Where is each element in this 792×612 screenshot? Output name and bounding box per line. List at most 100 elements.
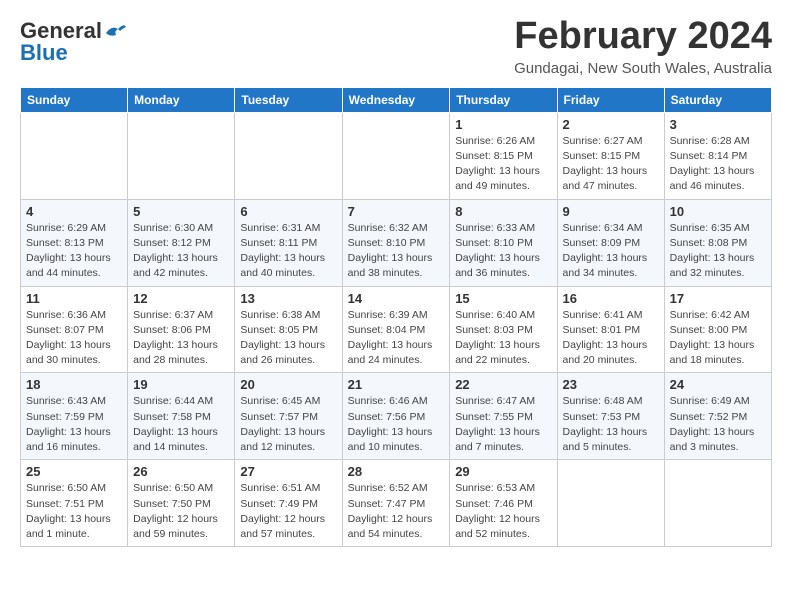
calendar-week-row: 25 Sunrise: 6:50 AMSunset: 7:51 PMDayligh…	[21, 460, 772, 547]
calendar-week-row: 4Sunrise: 6:29 AMSunset: 8:13 PMDaylight…	[21, 199, 772, 286]
calendar-cell: 13 Sunrise: 6:38 AMSunset: 8:05 PMDayligh…	[235, 286, 342, 373]
day-number: 10	[670, 204, 766, 219]
day-number: 13	[240, 291, 336, 306]
day-info: Sunrise: 6:53 AMSunset: 7:46 PMDaylight:…	[455, 481, 551, 542]
day-info: Sunrise: 6:48 AMSunset: 7:53 PMDaylight:…	[563, 394, 659, 455]
weekday-header: Friday	[557, 87, 664, 112]
day-info: Sunrise: 6:39 AMSunset: 8:04 PMDaylight:…	[348, 308, 445, 369]
title-block: February 2024 Gundagai, New South Wales,…	[514, 16, 772, 77]
day-info: Sunrise: 6:52 AMSunset: 7:47 PMDaylight:…	[348, 481, 445, 542]
calendar-cell	[235, 112, 342, 199]
day-info: Sunrise: 6:27 AMSunset: 8:15 PMDaylight:…	[563, 134, 659, 195]
location-title: Gundagai, New South Wales, Australia	[514, 60, 772, 77]
calendar-cell: 22 Sunrise: 6:47 AMSunset: 7:55 PMDayligh…	[450, 373, 557, 460]
day-info: Sunrise: 6:30 AMSunset: 8:12 PMDaylight:…	[133, 221, 229, 282]
calendar-cell: 25 Sunrise: 6:50 AMSunset: 7:51 PMDayligh…	[21, 460, 128, 547]
day-number: 5	[133, 204, 229, 219]
logo-text: GeneralBlue	[20, 20, 102, 64]
weekday-header: Saturday	[664, 87, 771, 112]
calendar-cell: 9 Sunrise: 6:34 AMSunset: 8:09 PMDaylight…	[557, 199, 664, 286]
day-info: Sunrise: 6:42 AMSunset: 8:00 PMDaylight:…	[670, 308, 766, 369]
weekday-header: Thursday	[450, 87, 557, 112]
day-number: 6	[240, 204, 336, 219]
day-number: 29	[455, 464, 551, 479]
calendar-cell: 29 Sunrise: 6:53 AMSunset: 7:46 PMDayligh…	[450, 460, 557, 547]
day-number: 20	[240, 377, 336, 392]
calendar-cell: 6 Sunrise: 6:31 AMSunset: 8:11 PMDaylight…	[235, 199, 342, 286]
weekday-header: Wednesday	[342, 87, 450, 112]
calendar-cell	[664, 460, 771, 547]
calendar-cell	[21, 112, 128, 199]
day-info: Sunrise: 6:49 AMSunset: 7:52 PMDaylight:…	[670, 394, 766, 455]
calendar-cell: 1Sunrise: 6:26 AMSunset: 8:15 PMDaylight…	[450, 112, 557, 199]
calendar-cell: 17 Sunrise: 6:42 AMSunset: 8:00 PMDayligh…	[664, 286, 771, 373]
calendar-cell: 21Sunrise: 6:46 AMSunset: 7:56 PMDayligh…	[342, 373, 450, 460]
day-info: Sunrise: 6:47 AMSunset: 7:55 PMDaylight:…	[455, 394, 551, 455]
day-info: Sunrise: 6:38 AMSunset: 8:05 PMDaylight:…	[240, 308, 336, 369]
day-number: 18	[26, 377, 122, 392]
calendar-week-row: 18 Sunrise: 6:43 AMSunset: 7:59 PMDayligh…	[21, 373, 772, 460]
calendar-cell: 18 Sunrise: 6:43 AMSunset: 7:59 PMDayligh…	[21, 373, 128, 460]
calendar-cell: 5 Sunrise: 6:30 AMSunset: 8:12 PMDaylight…	[128, 199, 235, 286]
logo: GeneralBlue	[20, 20, 126, 64]
day-info: Sunrise: 6:37 AMSunset: 8:06 PMDaylight:…	[133, 308, 229, 369]
day-info: Sunrise: 6:43 AMSunset: 7:59 PMDaylight:…	[26, 394, 122, 455]
calendar-cell: 4Sunrise: 6:29 AMSunset: 8:13 PMDaylight…	[21, 199, 128, 286]
calendar-cell: 23 Sunrise: 6:48 AMSunset: 7:53 PMDayligh…	[557, 373, 664, 460]
calendar-cell: 27 Sunrise: 6:51 AMSunset: 7:49 PMDayligh…	[235, 460, 342, 547]
calendar-cell	[128, 112, 235, 199]
calendar-cell: 16Sunrise: 6:41 AMSunset: 8:01 PMDayligh…	[557, 286, 664, 373]
weekday-header: Monday	[128, 87, 235, 112]
day-info: Sunrise: 6:44 AMSunset: 7:58 PMDaylight:…	[133, 394, 229, 455]
calendar-cell: 2Sunrise: 6:27 AMSunset: 8:15 PMDaylight…	[557, 112, 664, 199]
calendar-cell: 15Sunrise: 6:40 AMSunset: 8:03 PMDayligh…	[450, 286, 557, 373]
weekday-header: Tuesday	[235, 87, 342, 112]
weekday-header: Sunday	[21, 87, 128, 112]
calendar-cell: 3 Sunrise: 6:28 AMSunset: 8:14 PMDaylight…	[664, 112, 771, 199]
day-info: Sunrise: 6:41 AMSunset: 8:01 PMDaylight:…	[563, 308, 659, 369]
calendar-cell	[557, 460, 664, 547]
calendar-cell: 19 Sunrise: 6:44 AMSunset: 7:58 PMDayligh…	[128, 373, 235, 460]
day-number: 11	[26, 291, 122, 306]
day-info: Sunrise: 6:34 AMSunset: 8:09 PMDaylight:…	[563, 221, 659, 282]
day-number: 7	[348, 204, 445, 219]
calendar-cell: 24 Sunrise: 6:49 AMSunset: 7:52 PMDayligh…	[664, 373, 771, 460]
calendar-header-row: SundayMondayTuesdayWednesdayThursdayFrid…	[21, 87, 772, 112]
day-number: 19	[133, 377, 229, 392]
day-info: Sunrise: 6:32 AMSunset: 8:10 PMDaylight:…	[348, 221, 445, 282]
day-number: 25	[26, 464, 122, 479]
day-number: 14	[348, 291, 445, 306]
day-number: 4	[26, 204, 122, 219]
day-number: 28	[348, 464, 445, 479]
day-number: 12	[133, 291, 229, 306]
day-info: Sunrise: 6:28 AMSunset: 8:14 PMDaylight:…	[670, 134, 766, 195]
day-number: 9	[563, 204, 659, 219]
day-number: 17	[670, 291, 766, 306]
day-info: Sunrise: 6:50 AMSunset: 7:51 PMDaylight:…	[26, 481, 122, 542]
calendar-cell: 8Sunrise: 6:33 AMSunset: 8:10 PMDaylight…	[450, 199, 557, 286]
day-number: 23	[563, 377, 659, 392]
day-info: Sunrise: 6:46 AMSunset: 7:56 PMDaylight:…	[348, 394, 445, 455]
day-number: 3	[670, 117, 766, 132]
day-number: 8	[455, 204, 551, 219]
calendar-week-row: 11 Sunrise: 6:36 AMSunset: 8:07 PMDayligh…	[21, 286, 772, 373]
calendar-week-row: 1Sunrise: 6:26 AMSunset: 8:15 PMDaylight…	[21, 112, 772, 199]
calendar-cell	[342, 112, 450, 199]
day-info: Sunrise: 6:40 AMSunset: 8:03 PMDaylight:…	[455, 308, 551, 369]
day-info: Sunrise: 6:36 AMSunset: 8:07 PMDaylight:…	[26, 308, 122, 369]
calendar-cell: 11 Sunrise: 6:36 AMSunset: 8:07 PMDayligh…	[21, 286, 128, 373]
day-number: 27	[240, 464, 336, 479]
calendar-cell: 14 Sunrise: 6:39 AMSunset: 8:04 PMDayligh…	[342, 286, 450, 373]
day-number: 22	[455, 377, 551, 392]
calendar-cell: 12 Sunrise: 6:37 AMSunset: 8:06 PMDayligh…	[128, 286, 235, 373]
day-info: Sunrise: 6:31 AMSunset: 8:11 PMDaylight:…	[240, 221, 336, 282]
bird-icon	[104, 23, 126, 43]
day-info: Sunrise: 6:51 AMSunset: 7:49 PMDaylight:…	[240, 481, 336, 542]
day-number: 24	[670, 377, 766, 392]
calendar-cell: 20 Sunrise: 6:45 AMSunset: 7:57 PMDayligh…	[235, 373, 342, 460]
day-info: Sunrise: 6:45 AMSunset: 7:57 PMDaylight:…	[240, 394, 336, 455]
day-info: Sunrise: 6:26 AMSunset: 8:15 PMDaylight:…	[455, 134, 551, 195]
calendar-cell: 7 Sunrise: 6:32 AMSunset: 8:10 PMDaylight…	[342, 199, 450, 286]
day-info: Sunrise: 6:35 AMSunset: 8:08 PMDaylight:…	[670, 221, 766, 282]
day-info: Sunrise: 6:50 AMSunset: 7:50 PMDaylight:…	[133, 481, 229, 542]
